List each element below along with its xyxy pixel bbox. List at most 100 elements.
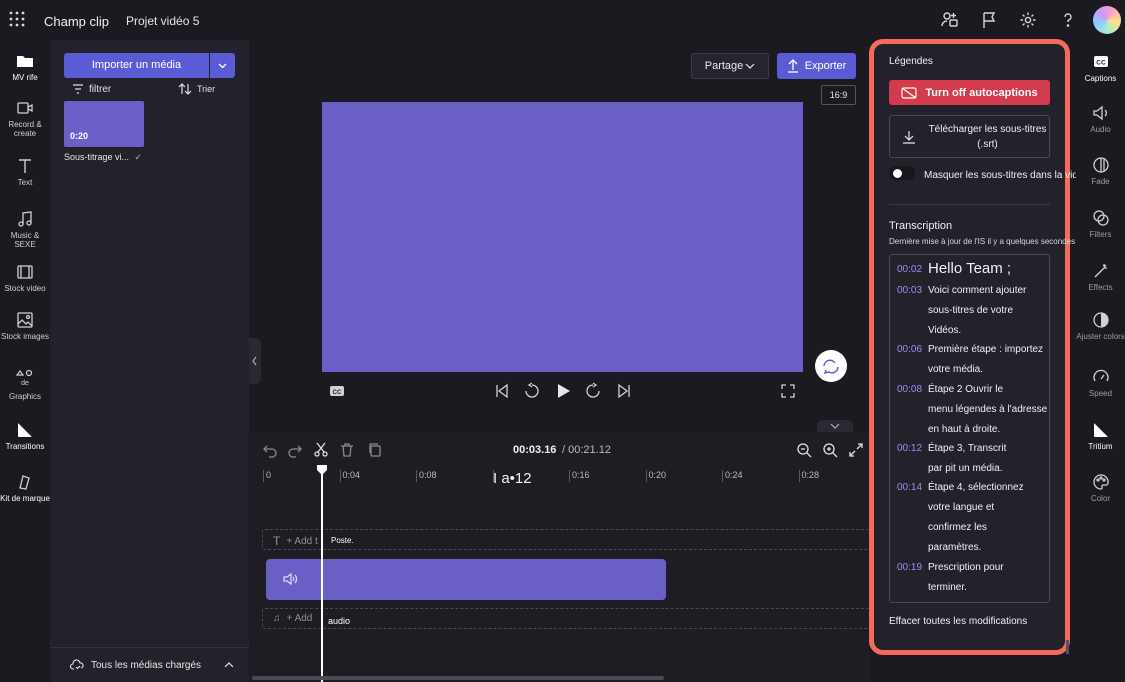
rail-item-trim[interactable]: Tritium	[1076, 421, 1125, 451]
rail-item-color[interactable]: Color	[1076, 473, 1125, 503]
forward-5s-icon[interactable]	[584, 382, 602, 400]
add-text-button[interactable]: T + Add t	[273, 534, 318, 548]
transcript-line[interactable]: votre langue et	[928, 502, 994, 513]
transcript-line[interactable]: terminer.	[928, 582, 967, 593]
rail-item-label: Effects	[1088, 283, 1113, 292]
transcript-line[interactable]: Voici comment ajouter	[928, 285, 1026, 296]
fullscreen-icon[interactable]	[779, 382, 797, 400]
skip-forward-icon[interactable]	[615, 382, 633, 400]
rail-item-filters[interactable]: Filters	[1076, 209, 1125, 239]
rail-item-brand-kit[interactable]: Kit de marque	[0, 473, 50, 503]
captions-toggle-icon[interactable]: CC	[329, 384, 345, 398]
transcript-timestamp[interactable]: 00:08	[897, 384, 922, 395]
rail-item-audio[interactable]: Audio	[1076, 104, 1125, 134]
flag-icon[interactable]	[979, 10, 999, 30]
rail-item-fade[interactable]: Fade	[1076, 156, 1125, 186]
media-duration: 0:20	[70, 131, 89, 141]
import-dropdown-button[interactable]	[210, 53, 235, 78]
expand-timeline-button[interactable]	[817, 420, 853, 432]
adjust-colors-icon	[1092, 311, 1110, 329]
rail-item-effects[interactable]: Effects	[1076, 262, 1125, 292]
rail-item-label: Music & SEXE	[10, 231, 40, 249]
transcript-line[interactable]: en haut à droite.	[928, 424, 1000, 435]
rail-item-music[interactable]: Music & SEXE	[0, 210, 50, 249]
transcript-line[interactable]: sous-titres de votre	[928, 305, 1013, 316]
clear-all-changes-link[interactable]: Effacer toutes les modifications	[889, 616, 1027, 627]
timeline-scrollbar[interactable]	[252, 676, 664, 680]
help-icon[interactable]	[1058, 10, 1078, 30]
rail-item-label: MV rife	[12, 73, 38, 82]
transcript-line[interactable]: confirmez les	[928, 522, 987, 533]
ruler-tick	[722, 470, 723, 482]
zoom-in-icon[interactable]	[822, 442, 838, 458]
transcript-line[interactable]: paramètres.	[928, 542, 981, 553]
app-launcher-icon[interactable]	[9, 11, 25, 27]
transcript-line[interactable]: Première étape : importez	[928, 344, 1043, 355]
user-avatar[interactable]	[1093, 6, 1121, 34]
video-clip[interactable]	[266, 559, 666, 600]
turn-off-autocaptions-button[interactable]: Turn off autocaptions	[889, 80, 1050, 105]
transcript-line[interactable]: Prescription pour	[928, 562, 1004, 573]
zoom-out-icon[interactable]	[796, 442, 812, 458]
split-scissors-icon[interactable]	[313, 442, 329, 458]
play-icon[interactable]	[554, 382, 572, 400]
captions-off-icon	[901, 86, 917, 99]
audio-track[interactable]	[262, 608, 870, 629]
transcript-line[interactable]: par pit un média.	[928, 463, 1003, 474]
transcript-timestamp[interactable]: 00:06	[897, 344, 922, 355]
rail-item-media[interactable]: MV rife	[0, 52, 50, 82]
timeline-ruler[interactable]: 0 0:04 0:08 0:16 0:20 0:24 0:28	[262, 466, 870, 486]
rail-item-record[interactable]: Record & create	[0, 99, 50, 138]
playhead[interactable]	[321, 470, 323, 682]
collapse-panel-handle[interactable]	[249, 338, 261, 384]
rail-item-text[interactable]: Text	[0, 157, 50, 187]
transcript-timestamp[interactable]: 00:14	[897, 482, 922, 493]
rail-item-label: Text	[17, 178, 33, 187]
feedback-button[interactable]	[815, 350, 847, 382]
add-audio-button[interactable]: ♫ + Add	[273, 613, 312, 624]
project-name[interactable]: Projet vidéo 5	[126, 14, 199, 28]
aspect-ratio-button[interactable]: 16:9	[821, 85, 856, 105]
rail-item-stock-images[interactable]: Stock images	[0, 311, 50, 341]
panel-scrollbar[interactable]	[1066, 640, 1069, 654]
playhead-handle[interactable]	[316, 464, 328, 476]
rail-item-speed[interactable]: Speed	[1076, 368, 1125, 398]
rewind-5s-icon[interactable]	[523, 382, 541, 400]
filter-button[interactable]: filtrer	[72, 82, 111, 96]
delete-icon[interactable]	[339, 442, 355, 458]
transcript-timestamp[interactable]: 00:12	[897, 443, 922, 454]
fit-timeline-icon[interactable]	[848, 442, 864, 458]
rail-item-adjust-colors[interactable]: Ajuster colors	[1076, 311, 1125, 341]
transcript-line[interactable]: menu légendes à l'adresse	[928, 404, 1047, 415]
transcript-line[interactable]: votre média.	[928, 364, 983, 375]
transcript-timestamp[interactable]: 00:02	[897, 264, 922, 275]
transcript-line[interactable]: Vidéos.	[928, 325, 961, 336]
transcript-line[interactable]: Étape 3, Transcrit	[928, 443, 1006, 454]
transcript-line[interactable]: Étape 4, sélectionnez	[928, 482, 1024, 493]
import-media-button[interactable]: Importer un média	[64, 53, 209, 78]
undo-icon[interactable]	[262, 442, 278, 458]
export-label: Exporter	[804, 60, 847, 72]
transcript-timestamp[interactable]: 00:19	[897, 562, 922, 573]
redo-icon[interactable]	[287, 442, 303, 458]
rail-item-captions[interactable]: CC Captions	[1076, 53, 1125, 83]
skip-back-icon[interactable]	[493, 382, 511, 400]
filters-icon	[1092, 209, 1110, 227]
sort-label: Trier	[197, 84, 216, 94]
video-preview[interactable]	[322, 102, 803, 372]
media-status[interactable]: Tous les médias chargés	[70, 659, 234, 671]
chevron-down-icon	[745, 62, 755, 70]
transcript-timestamp[interactable]: 00:03	[897, 285, 922, 296]
transcript-line[interactable]: Hello Team ;	[928, 260, 1011, 277]
export-button[interactable]: Exporter	[777, 53, 856, 79]
rail-item-graphics[interactable]: de Graphics	[0, 368, 50, 401]
share-people-icon[interactable]	[940, 10, 960, 30]
share-button[interactable]: Partage	[691, 53, 769, 79]
sort-button[interactable]: Trier	[178, 82, 215, 96]
rail-item-transitions[interactable]: Transitions	[0, 421, 50, 451]
settings-gear-icon[interactable]	[1018, 10, 1038, 30]
transcript-line[interactable]: Étape 2 Ouvrir le	[928, 384, 1003, 395]
rail-item-stock-video[interactable]: Stock video	[0, 263, 50, 293]
ruler-tick-label: 0:04	[342, 470, 361, 480]
duplicate-icon[interactable]	[367, 442, 383, 458]
